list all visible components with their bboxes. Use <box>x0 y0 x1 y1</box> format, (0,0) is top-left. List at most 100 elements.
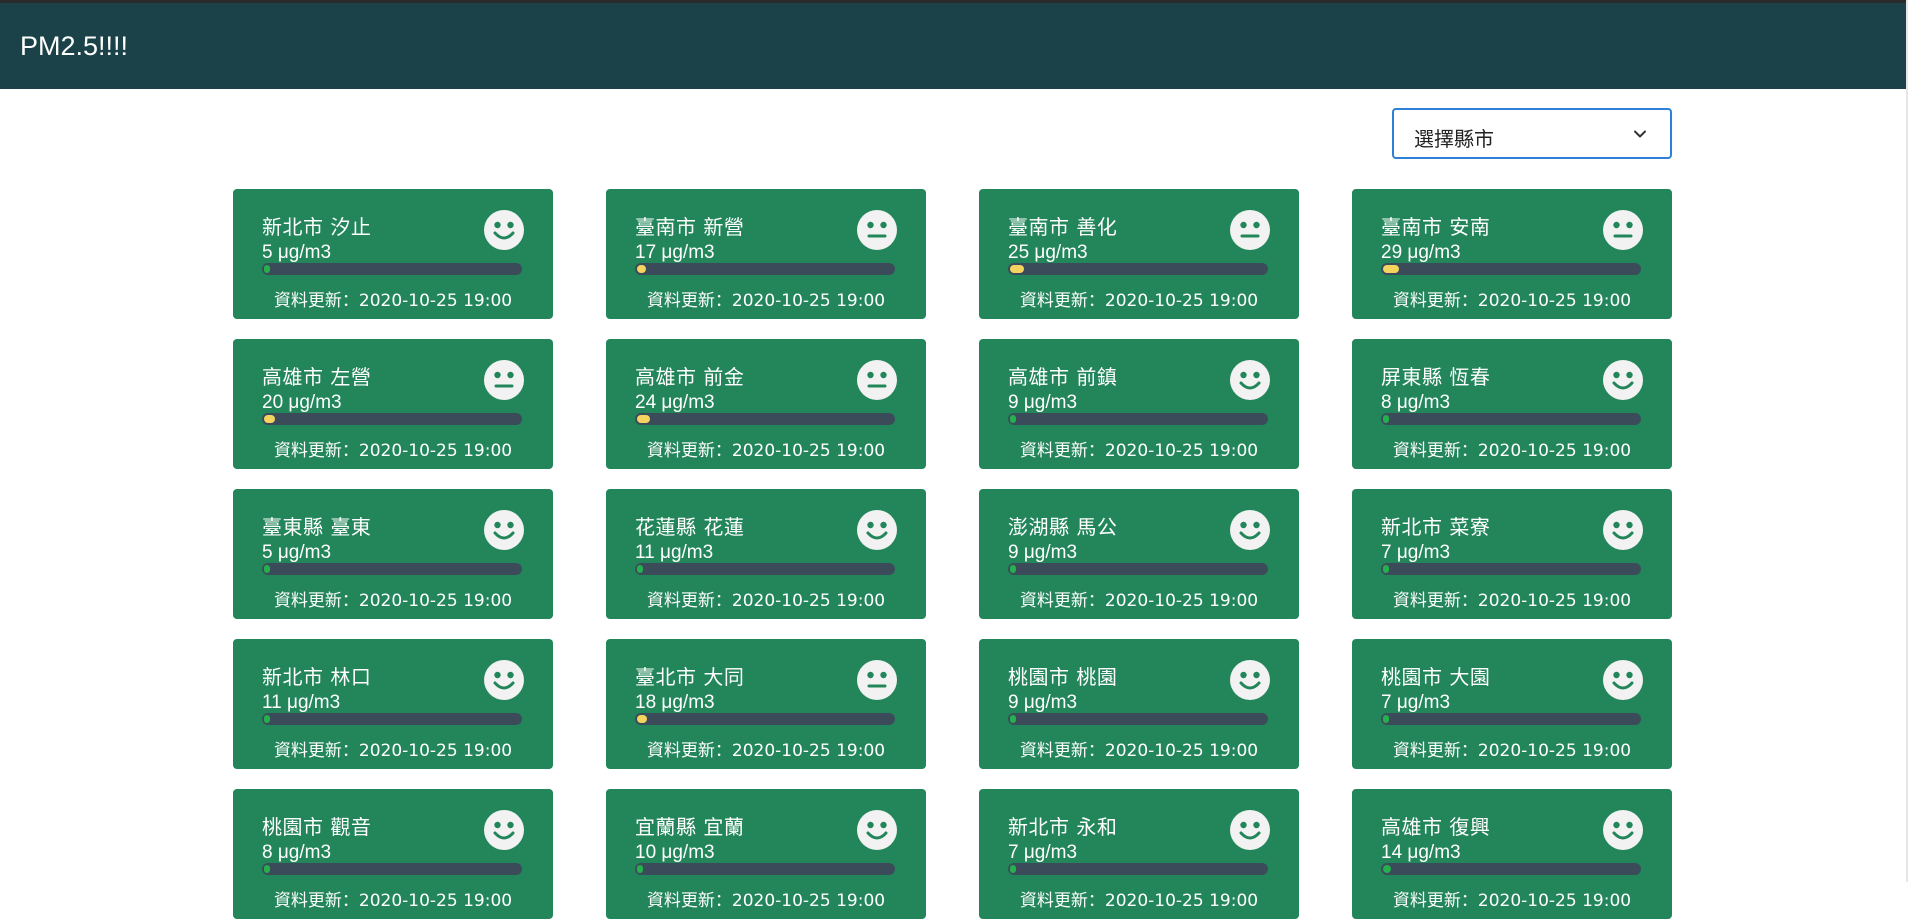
last-updated-text: 資料更新：2020-10-25 19:00 <box>646 891 886 911</box>
station-name: 桃園市 觀音 <box>262 815 372 839</box>
last-updated-text: 資料更新：2020-10-25 19:00 <box>273 441 513 461</box>
pm25-value: 9 μg/m3 <box>1008 692 1078 713</box>
station-card: 臺南市 新營 17 μg/m3 資料更新：2020-10-25 19:00 <box>606 189 926 319</box>
pm25-value: 17 μg/m3 <box>635 242 715 263</box>
pm25-level-fill <box>637 415 650 423</box>
pm25-value: 25 μg/m3 <box>1008 242 1088 263</box>
pm25-level-fill <box>264 715 270 723</box>
last-updated-text: 資料更新：2020-10-25 19:00 <box>1392 891 1632 911</box>
station-card: 花蓮縣 花蓮 11 μg/m3 資料更新：2020-10-25 19:00 <box>606 489 926 619</box>
neutral-face-icon <box>484 360 524 400</box>
pm25-level-fill <box>1383 565 1389 573</box>
app-title[interactable]: PM2.5!!!! <box>20 31 128 62</box>
station-name: 桃園市 桃園 <box>1008 665 1118 689</box>
smile-face-icon <box>484 510 524 550</box>
last-updated-text: 資料更新：2020-10-25 19:00 <box>646 291 886 311</box>
smile-face-icon <box>857 810 897 850</box>
neutral-face-icon <box>857 210 897 250</box>
pm25-level-fill <box>264 565 270 573</box>
pm25-level-fill <box>1383 415 1389 423</box>
station-card: 新北市 永和 7 μg/m3 資料更新：2020-10-25 19:00 <box>979 789 1299 919</box>
station-card: 臺東縣 臺東 5 μg/m3 資料更新：2020-10-25 19:00 <box>233 489 553 619</box>
neutral-face-icon <box>857 360 897 400</box>
last-updated-text: 資料更新：2020-10-25 19:00 <box>646 741 886 761</box>
station-card: 新北市 汐止 5 μg/m3 資料更新：2020-10-25 19:00 <box>233 189 553 319</box>
smile-face-icon <box>1603 360 1643 400</box>
pm25-level-bar <box>262 413 522 425</box>
pm25-value: 5 μg/m3 <box>262 542 332 563</box>
pm25-value: 11 μg/m3 <box>262 692 341 713</box>
smile-face-icon <box>1230 810 1270 850</box>
pm25-value: 7 μg/m3 <box>1008 842 1078 863</box>
station-card: 桃園市 桃園 9 μg/m3 資料更新：2020-10-25 19:00 <box>979 639 1299 769</box>
station-name: 高雄市 前金 <box>635 365 745 389</box>
pm25-level-fill <box>637 865 643 873</box>
pm25-level-bar <box>635 713 895 725</box>
station-name: 臺南市 善化 <box>1008 215 1118 239</box>
pm25-level-fill <box>1010 265 1024 273</box>
last-updated-text: 資料更新：2020-10-25 19:00 <box>1019 591 1259 611</box>
last-updated-text: 資料更新：2020-10-25 19:00 <box>646 591 886 611</box>
pm25-level-bar <box>1381 413 1641 425</box>
pm25-level-bar <box>1381 263 1641 275</box>
pm25-level-bar <box>262 263 522 275</box>
pm25-value: 9 μg/m3 <box>1008 542 1078 563</box>
station-card: 屏東縣 恆春 8 μg/m3 資料更新：2020-10-25 19:00 <box>1352 339 1672 469</box>
station-name: 澎湖縣 馬公 <box>1008 515 1118 539</box>
station-card: 高雄市 復興 14 μg/m3 資料更新：2020-10-25 19:00 <box>1352 789 1672 919</box>
pm25-value: 10 μg/m3 <box>635 842 715 863</box>
last-updated-text: 資料更新：2020-10-25 19:00 <box>1019 891 1259 911</box>
pm25-level-bar <box>1381 713 1641 725</box>
pm25-level-fill <box>1383 715 1389 723</box>
neutral-face-icon <box>857 660 897 700</box>
last-updated-text: 資料更新：2020-10-25 19:00 <box>1019 441 1259 461</box>
pm25-value: 8 μg/m3 <box>1381 392 1451 413</box>
pm25-value: 9 μg/m3 <box>1008 392 1078 413</box>
pm25-level-fill <box>1010 865 1016 873</box>
station-card: 高雄市 前鎮 9 μg/m3 資料更新：2020-10-25 19:00 <box>979 339 1299 469</box>
pm25-level-bar <box>1008 413 1268 425</box>
station-card: 桃園市 觀音 8 μg/m3 資料更新：2020-10-25 19:00 <box>233 789 553 919</box>
last-updated-text: 資料更新：2020-10-25 19:00 <box>273 891 513 911</box>
pm25-level-fill <box>264 865 270 873</box>
last-updated-text: 資料更新：2020-10-25 19:00 <box>1019 291 1259 311</box>
last-updated-text: 資料更新：2020-10-25 19:00 <box>1392 741 1632 761</box>
pm25-value: 7 μg/m3 <box>1381 542 1451 563</box>
pm25-value: 20 μg/m3 <box>262 392 342 413</box>
station-name: 新北市 永和 <box>1008 815 1118 839</box>
county-select[interactable]: 選擇縣市 <box>1392 108 1672 159</box>
pm25-value: 5 μg/m3 <box>262 242 332 263</box>
pm25-level-bar <box>1381 563 1641 575</box>
station-name: 高雄市 前鎮 <box>1008 365 1118 389</box>
station-card: 新北市 林口 11 μg/m3 資料更新：2020-10-25 19:00 <box>233 639 553 769</box>
county-select-value: 選擇縣市 <box>1414 127 1494 151</box>
last-updated-text: 資料更新：2020-10-25 19:00 <box>273 741 513 761</box>
smile-face-icon <box>1603 660 1643 700</box>
station-card: 澎湖縣 馬公 9 μg/m3 資料更新：2020-10-25 19:00 <box>979 489 1299 619</box>
station-card: 宜蘭縣 宜蘭 10 μg/m3 資料更新：2020-10-25 19:00 <box>606 789 926 919</box>
station-card: 新北市 菜寮 7 μg/m3 資料更新：2020-10-25 19:00 <box>1352 489 1672 619</box>
smile-face-icon <box>1230 660 1270 700</box>
pm25-level-bar <box>1008 563 1268 575</box>
pm25-value: 7 μg/m3 <box>1381 692 1451 713</box>
pm25-level-bar <box>635 413 895 425</box>
smile-face-icon <box>484 660 524 700</box>
station-name: 臺東縣 臺東 <box>262 515 372 539</box>
pm25-value: 8 μg/m3 <box>262 842 332 863</box>
pm25-level-fill <box>1383 265 1399 273</box>
pm25-level-fill <box>1383 865 1391 873</box>
pm25-level-bar <box>635 263 895 275</box>
pm25-value: 18 μg/m3 <box>635 692 715 713</box>
smile-face-icon <box>1603 510 1643 550</box>
pm25-level-fill <box>637 265 646 273</box>
neutral-face-icon <box>1230 210 1270 250</box>
station-card: 高雄市 左營 20 μg/m3 資料更新：2020-10-25 19:00 <box>233 339 553 469</box>
station-card: 臺南市 善化 25 μg/m3 資料更新：2020-10-25 19:00 <box>979 189 1299 319</box>
last-updated-text: 資料更新：2020-10-25 19:00 <box>1019 741 1259 761</box>
pm25-level-bar <box>262 713 522 725</box>
pm25-level-bar <box>262 863 522 875</box>
pm25-level-bar <box>1008 263 1268 275</box>
station-name: 桃園市 大園 <box>1381 665 1491 689</box>
neutral-face-icon <box>1603 210 1643 250</box>
station-name: 新北市 林口 <box>262 665 372 689</box>
